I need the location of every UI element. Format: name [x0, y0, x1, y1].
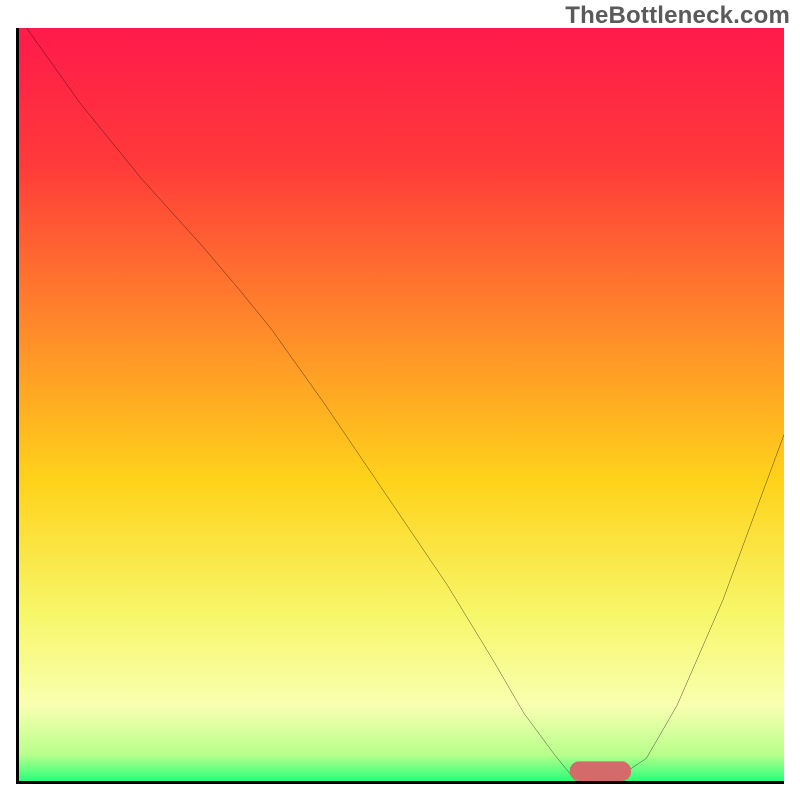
marker-layer [19, 28, 784, 781]
plot-area [16, 28, 784, 784]
watermark-text: TheBottleneck.com [565, 2, 790, 30]
bottleneck-marker [570, 761, 631, 781]
chart-frame: TheBottleneck.com [0, 0, 800, 800]
